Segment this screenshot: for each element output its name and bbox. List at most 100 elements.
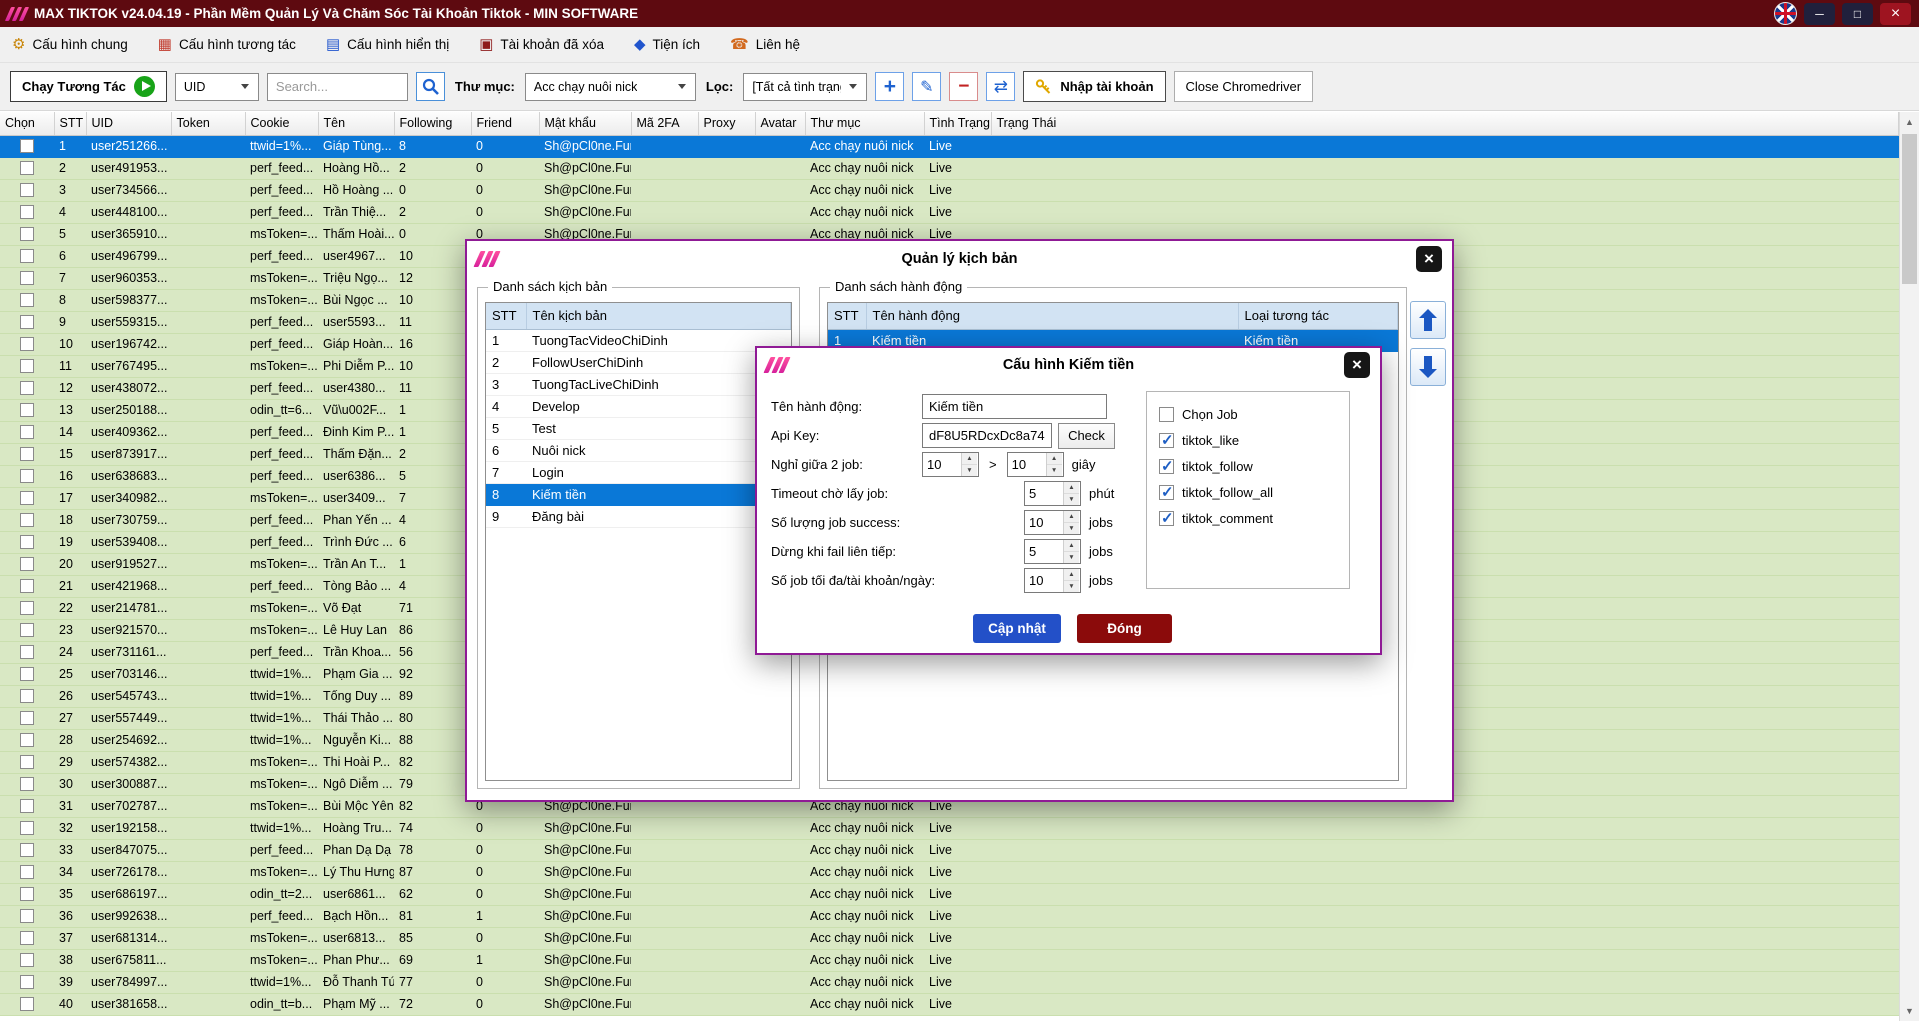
col-header-avatar[interactable]: Avatar bbox=[755, 112, 805, 135]
script-row[interactable]: 4 Develop bbox=[486, 395, 791, 417]
job-success-stepper[interactable] bbox=[1024, 510, 1081, 535]
maximize-button[interactable]: □ bbox=[1842, 3, 1873, 25]
row-checkbox[interactable] bbox=[20, 293, 34, 307]
script-row[interactable]: 1 TuongTacVideoChiDinh bbox=[486, 329, 791, 351]
job-success-input[interactable] bbox=[1025, 511, 1063, 534]
checkbox-icon[interactable] bbox=[1159, 433, 1174, 448]
row-checkbox[interactable] bbox=[20, 205, 34, 219]
rest-max-stepper[interactable] bbox=[1007, 452, 1064, 477]
row-checkbox[interactable] bbox=[20, 447, 34, 461]
update-button[interactable]: Cập nhật bbox=[973, 614, 1061, 643]
script-row[interactable]: 8 Kiếm tiền bbox=[486, 483, 791, 505]
row-checkbox[interactable] bbox=[20, 623, 34, 637]
row-checkbox[interactable] bbox=[20, 183, 34, 197]
checkbox-icon[interactable] bbox=[1159, 459, 1174, 474]
timeout-input[interactable] bbox=[1025, 482, 1063, 505]
row-checkbox[interactable] bbox=[20, 997, 34, 1011]
scripts-col-name[interactable]: Tên kịch bản bbox=[526, 303, 791, 329]
row-checkbox[interactable] bbox=[20, 865, 34, 879]
actions-col-name[interactable]: Tên hành động bbox=[866, 303, 1238, 329]
row-checkbox[interactable] bbox=[20, 491, 34, 505]
vertical-scrollbar[interactable]: ▲ ▼ bbox=[1899, 112, 1919, 1021]
menu-item-cau-hinh-hien-thi[interactable]: ▤ Cấu hình hiển thị bbox=[326, 37, 449, 52]
account-row[interactable]: 38 user675811... msToken=... Phan Phư...… bbox=[0, 949, 1899, 971]
row-checkbox[interactable] bbox=[20, 359, 34, 373]
account-row[interactable]: 34 user726178... msToken=... Lý Thu Hưng… bbox=[0, 861, 1899, 883]
stop-on-fail-input[interactable] bbox=[1025, 540, 1063, 563]
close-button[interactable]: Đóng bbox=[1077, 614, 1172, 643]
menu-item-cau-hinh-tuong-tac[interactable]: ▦ Cấu hình tương tác bbox=[158, 37, 296, 52]
config-dialog-close-button[interactable]: × bbox=[1344, 352, 1370, 378]
stop-on-fail-stepper[interactable] bbox=[1024, 539, 1081, 564]
col-header-tinh-trang[interactable]: Tình Trạng bbox=[924, 112, 991, 135]
account-row[interactable]: 4 user448100... perf_feed... Trần Thiệ..… bbox=[0, 201, 1899, 223]
col-header-cookie[interactable]: Cookie bbox=[245, 112, 318, 135]
col-header-uid[interactable]: UID bbox=[86, 112, 171, 135]
account-row[interactable]: 36 user992638... perf_feed... Bạch Hồn..… bbox=[0, 905, 1899, 927]
max-jobs-stepper[interactable] bbox=[1024, 568, 1081, 593]
col-header-following[interactable]: Following bbox=[394, 112, 471, 135]
row-checkbox[interactable] bbox=[20, 381, 34, 395]
menu-item-lien-he[interactable]: ☎ Liên hệ bbox=[730, 37, 800, 52]
max-jobs-input[interactable] bbox=[1025, 569, 1063, 592]
row-checkbox[interactable] bbox=[20, 579, 34, 593]
col-header-trang-thai[interactable]: Trạng Thái bbox=[991, 112, 1899, 135]
scrollbar-thumb[interactable] bbox=[1902, 134, 1917, 284]
minimize-button[interactable]: ─ bbox=[1804, 3, 1835, 25]
job-checkbox-item[interactable]: tiktok_follow_all bbox=[1159, 479, 1349, 505]
stepper-arrows-icon[interactable] bbox=[1063, 482, 1079, 505]
account-row[interactable]: 40 user381658... odin_tt=b... Phạm Mỹ ..… bbox=[0, 993, 1899, 1015]
account-row[interactable]: 39 user784997... ttwid=1%... Đỗ Thanh Tú… bbox=[0, 971, 1899, 993]
col-header-ten[interactable]: Tên bbox=[318, 112, 394, 135]
job-checkbox-item[interactable]: tiktok_comment bbox=[1159, 505, 1349, 531]
filter-combobox[interactable]: [Tất cả tình trạng] bbox=[743, 73, 867, 101]
stepper-arrows-icon[interactable] bbox=[1063, 569, 1079, 592]
row-checkbox[interactable] bbox=[20, 799, 34, 813]
script-row[interactable]: 3 TuongTacLiveChiDinh bbox=[486, 373, 791, 395]
row-checkbox[interactable] bbox=[20, 667, 34, 681]
row-checkbox[interactable] bbox=[20, 513, 34, 527]
scroll-down-icon[interactable]: ▼ bbox=[1900, 1001, 1919, 1021]
col-header-token[interactable]: Token bbox=[171, 112, 245, 135]
row-checkbox[interactable] bbox=[20, 557, 34, 571]
account-row[interactable]: 2 user491953... perf_feed... Hoàng Hồ...… bbox=[0, 157, 1899, 179]
account-row[interactable]: 1 user251266... ttwid=1%... Giáp Tùng...… bbox=[0, 135, 1899, 157]
row-checkbox[interactable] bbox=[20, 337, 34, 351]
stepper-arrows-icon[interactable] bbox=[961, 453, 977, 476]
refresh-button[interactable]: ⇄ bbox=[986, 72, 1015, 101]
row-checkbox[interactable] bbox=[20, 271, 34, 285]
row-checkbox[interactable] bbox=[20, 843, 34, 857]
row-checkbox[interactable] bbox=[20, 645, 34, 659]
row-checkbox[interactable] bbox=[20, 711, 34, 725]
stepper-arrows-icon[interactable] bbox=[1063, 540, 1079, 563]
actions-col-type[interactable]: Loại tương tác bbox=[1238, 303, 1398, 329]
api-key-input[interactable] bbox=[922, 423, 1052, 448]
timeout-stepper[interactable] bbox=[1024, 481, 1081, 506]
checkbox-icon[interactable] bbox=[1159, 485, 1174, 500]
account-row[interactable]: 37 user681314... msToken=... user6813...… bbox=[0, 927, 1899, 949]
row-checkbox[interactable] bbox=[20, 909, 34, 923]
row-checkbox[interactable] bbox=[20, 139, 34, 153]
move-up-button[interactable] bbox=[1410, 301, 1446, 339]
title-bar[interactable]: MAX TIKTOK v24.04.19 - Phần Mềm Quản Lý … bbox=[0, 0, 1919, 27]
row-checkbox[interactable] bbox=[20, 887, 34, 901]
row-checkbox[interactable] bbox=[20, 161, 34, 175]
uid-combobox[interactable]: UID bbox=[175, 73, 259, 101]
script-row[interactable]: 6 Nuôi nick bbox=[486, 439, 791, 461]
stepper-arrows-icon[interactable] bbox=[1063, 511, 1079, 534]
job-checkbox-item[interactable]: tiktok_follow bbox=[1159, 453, 1349, 479]
row-checkbox[interactable] bbox=[20, 689, 34, 703]
row-checkbox[interactable] bbox=[20, 777, 34, 791]
menu-item-cau-hinh-chung[interactable]: ⚙ Cấu hình chung bbox=[12, 37, 128, 52]
row-checkbox[interactable] bbox=[20, 403, 34, 417]
remove-folder-button[interactable]: − bbox=[949, 72, 978, 101]
account-row[interactable]: 3 user734566... perf_feed... Hồ Hoàng ..… bbox=[0, 179, 1899, 201]
folder-combobox[interactable]: Acc chạy nuôi nick bbox=[525, 73, 696, 101]
stepper-arrows-icon[interactable] bbox=[1046, 453, 1062, 476]
script-row[interactable]: 5 Test bbox=[486, 417, 791, 439]
script-row[interactable]: 7 Login bbox=[486, 461, 791, 483]
job-checkbox-item[interactable]: tiktok_like bbox=[1159, 427, 1349, 453]
row-checkbox[interactable] bbox=[20, 931, 34, 945]
actions-col-stt[interactable]: STT bbox=[828, 303, 866, 329]
language-flag-icon[interactable] bbox=[1774, 2, 1797, 25]
